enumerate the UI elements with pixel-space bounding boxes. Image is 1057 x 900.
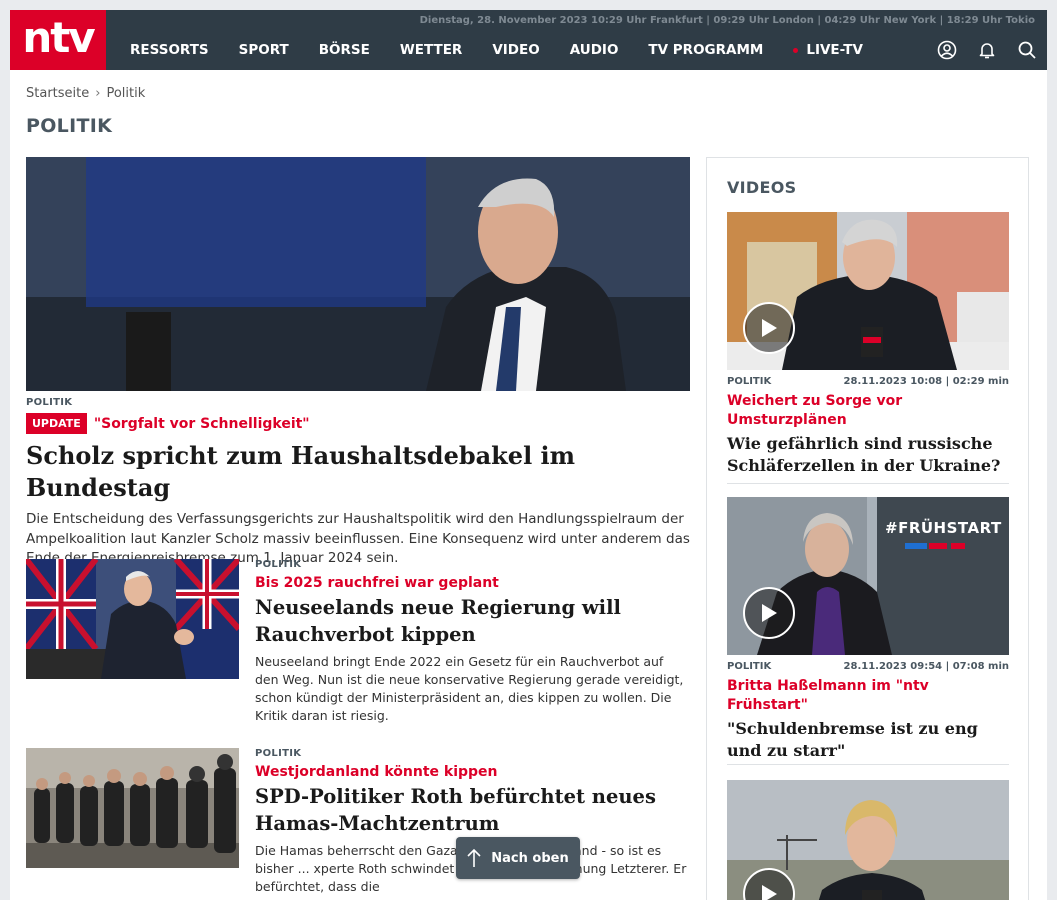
bell-icon[interactable] bbox=[967, 38, 1007, 62]
video-timestamp: 28.11.2023 09:54 | 07:08 min bbox=[843, 661, 1009, 672]
back-to-top-button[interactable]: Nach oben bbox=[456, 837, 580, 879]
main-nav: RESSORTS SPORT BÖRSE WETTER VIDEO AUDIO … bbox=[115, 40, 878, 60]
video-headline[interactable]: Wie gefährlich sind russische Schläferze… bbox=[727, 433, 1009, 477]
article-kicker: POLITIK bbox=[255, 748, 302, 759]
nav-item-wetter[interactable]: WETTER bbox=[400, 42, 462, 58]
nav-item-video[interactable]: VIDEO bbox=[492, 42, 539, 58]
play-icon[interactable] bbox=[743, 302, 795, 354]
article-teaser[interactable]: POLITIK Westjordanland könnte kippen SPD… bbox=[26, 748, 690, 900]
nav-item-tv-programm[interactable]: TV PROGRAMM bbox=[648, 42, 763, 58]
video-teaser[interactable]: POLITIK 28.11.2023 10:08 | 02:29 min Wei… bbox=[727, 212, 1009, 477]
nav-item-audio[interactable]: AUDIO bbox=[570, 42, 619, 58]
fruehstart-screen-text: #FRÜHSTART bbox=[885, 519, 1002, 537]
nav-item-ressorts[interactable]: RESSORTS bbox=[130, 42, 209, 58]
nav-item-sport[interactable]: SPORT bbox=[239, 42, 289, 58]
video-roofline[interactable]: Britta Haßelmann im "ntv Frühstart" bbox=[727, 677, 1009, 715]
search-icon[interactable] bbox=[1007, 38, 1047, 62]
hero-kicker: POLITIK bbox=[26, 397, 73, 408]
nav-item-live-tv[interactable]: LIVE-TV bbox=[793, 42, 863, 58]
video-meta: POLITIK 28.11.2023 09:54 | 07:08 min bbox=[727, 661, 1009, 672]
article-headline[interactable]: Neuseelands neue Regierung will Rauchver… bbox=[255, 594, 690, 648]
back-to-top-label: Nach oben bbox=[491, 850, 569, 866]
hero-image[interactable] bbox=[26, 157, 690, 391]
header-actions bbox=[927, 38, 1047, 62]
hero-headline[interactable]: Scholz spricht zum Haushaltsdebakel im B… bbox=[26, 440, 690, 504]
sidebar-title: VIDEOS bbox=[727, 178, 797, 197]
article-headline[interactable]: SPD-Politiker Roth befürchtet neues Hama… bbox=[255, 783, 690, 837]
live-tv-label: LIVE-TV bbox=[806, 42, 863, 58]
video-thumbnail[interactable]: #FRÜHSTART bbox=[727, 497, 1009, 655]
page: ntv Dienstag, 28. November 2023 10:29 Uh… bbox=[10, 10, 1047, 900]
article-teaser-text[interactable]: Neuseeland bringt Ende 2022 ein Gesetz f… bbox=[255, 653, 690, 725]
video-roofline[interactable]: Weichert zu Sorge vor Umsturzplänen bbox=[727, 392, 1009, 430]
breadcrumb-current[interactable]: Politik bbox=[106, 86, 145, 101]
video-meta: POLITIK 28.11.2023 10:08 | 02:29 min bbox=[727, 376, 1009, 387]
video-timestamp: 28.11.2023 10:08 | 02:29 min bbox=[843, 376, 1009, 387]
video-teaser[interactable] bbox=[727, 780, 1009, 900]
arrow-up-icon bbox=[467, 848, 481, 867]
site-header: ntv Dienstag, 28. November 2023 10:29 Uh… bbox=[10, 10, 1047, 70]
user-icon[interactable] bbox=[927, 38, 967, 62]
article-kicker: POLITIK bbox=[255, 559, 302, 570]
hero-roofline[interactable]: "Sorgfalt vor Schnelligkeit" bbox=[94, 416, 310, 432]
article-roofline[interactable]: Bis 2025 rauchfrei war geplant bbox=[255, 575, 690, 591]
video-kicker: POLITIK bbox=[727, 376, 772, 387]
play-icon[interactable] bbox=[743, 587, 795, 639]
live-dot-icon bbox=[793, 47, 799, 53]
article-roofline[interactable]: Westjordanland könnte kippen bbox=[255, 764, 690, 780]
video-teaser[interactable]: #FRÜHSTART POLITIK 28.11.2023 09:54 | 07… bbox=[727, 497, 1009, 762]
breadcrumb: Startseite › Politik bbox=[26, 86, 145, 101]
dateline: Dienstag, 28. November 2023 10:29 Uhr Fr… bbox=[419, 15, 1035, 26]
page-title: POLITIK bbox=[26, 115, 113, 137]
article-teaser[interactable]: POLITIK Bis 2025 rauchfrei war geplant N… bbox=[26, 559, 690, 739]
ntv-logo[interactable]: ntv bbox=[10, 10, 106, 70]
videos-sidebar: VIDEOS POLITIK 28.11.2023 10:08 | 02:29 … bbox=[706, 157, 1029, 900]
divider bbox=[727, 764, 1009, 765]
main-column: POLITIK UPDATE "Sorgfalt vor Schnelligke… bbox=[26, 157, 690, 894]
article-image[interactable] bbox=[26, 559, 239, 679]
hero-roofline-row: UPDATE "Sorgfalt vor Schnelligkeit" bbox=[26, 413, 690, 434]
video-headline[interactable]: "Schuldenbremse ist zu eng und zu starr" bbox=[727, 718, 1009, 762]
video-thumbnail[interactable] bbox=[727, 780, 1009, 900]
video-thumbnail[interactable] bbox=[727, 212, 1009, 370]
article-image[interactable] bbox=[26, 748, 239, 868]
nav-item-boerse[interactable]: BÖRSE bbox=[319, 42, 370, 58]
breadcrumb-home[interactable]: Startseite bbox=[26, 86, 89, 101]
video-kicker: POLITIK bbox=[727, 661, 772, 672]
update-badge: UPDATE bbox=[26, 413, 87, 434]
article-body: POLITIK Bis 2025 rauchfrei war geplant N… bbox=[255, 559, 690, 725]
divider bbox=[727, 483, 1009, 484]
chevron-right-icon: › bbox=[95, 86, 101, 101]
